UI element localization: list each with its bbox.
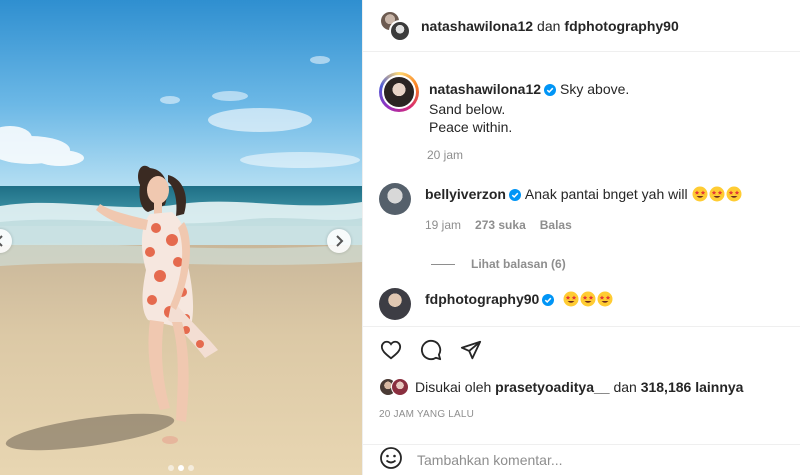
- avatar: [389, 19, 411, 42]
- post-media[interactable]: [0, 0, 362, 475]
- star-struck-emoji-icon: [692, 186, 708, 206]
- comment-button[interactable]: [419, 338, 443, 362]
- smiley-face-icon: [380, 446, 402, 469]
- collab-avatars[interactable]: [379, 9, 411, 42]
- comment-time[interactable]: 19 jam: [425, 218, 461, 232]
- beach-photo: [0, 0, 362, 475]
- post-timestamp[interactable]: 20 JAM YANG LALU: [379, 409, 474, 420]
- emoji-picker-button[interactable]: [379, 446, 403, 475]
- caption-time[interactable]: 20 jam: [427, 148, 463, 162]
- comment-input[interactable]: [417, 452, 717, 468]
- like-button[interactable]: [379, 338, 403, 362]
- carousel-indicator: [0, 465, 362, 471]
- instagram-post-modal: natashawilona12 dan fdphotography90 natash…: [0, 0, 800, 475]
- star-struck-emoji-icon: [709, 186, 725, 206]
- chevron-right-icon: [336, 235, 344, 247]
- likes-connector: dan: [613, 379, 637, 395]
- carousel-dot: [178, 465, 184, 471]
- likes-summary[interactable]: Disukai oleh prasetyoaditya__ dan 318,18…: [379, 378, 743, 396]
- comment: bellyiverzon Anak pantai bnget yah will: [379, 183, 742, 215]
- verified-badge-icon: [544, 82, 557, 100]
- comment-username[interactable]: fdphotography90: [425, 291, 539, 307]
- verified-badge-icon: [542, 292, 555, 310]
- view-replies-button[interactable]: Lihat balasan (6): [431, 257, 566, 271]
- comment-meta: 19 jam 273 suka Balas: [425, 218, 572, 232]
- post-actions: [363, 326, 800, 372]
- post-details-panel: natashawilona12 dan fdphotography90 natash…: [362, 0, 800, 475]
- caption-username[interactable]: natashawilona12: [429, 81, 541, 97]
- comment-like-count[interactable]: 273 suka: [475, 218, 526, 232]
- caption-time-row: 20 jam: [427, 148, 463, 162]
- likes-prefix: Disukai oleh: [415, 379, 492, 395]
- author-connector: dan: [537, 17, 561, 34]
- avatar[interactable]: [379, 183, 411, 215]
- comment-text: Anak pantai bnget yah will: [524, 186, 688, 202]
- collaborator-username[interactable]: fdphotography90: [564, 18, 678, 34]
- carousel-dot: [168, 465, 174, 471]
- star-struck-emoji-icon: [726, 186, 742, 206]
- carousel-dot: [188, 465, 194, 471]
- star-struck-emoji-icon: [563, 291, 579, 311]
- caption: natashawilona12 Sky above. Sand below. Pe…: [379, 72, 629, 136]
- caption-line: Sand below.: [429, 101, 506, 117]
- caption-line: Sky above.: [560, 81, 630, 97]
- comment-username[interactable]: bellyiverzon: [425, 186, 506, 202]
- likes-count[interactable]: 318,186 lainnya: [641, 379, 744, 395]
- speech-bubble-icon: [420, 339, 442, 360]
- author-username[interactable]: natashawilona12: [421, 18, 533, 34]
- caption-line: Peace within.: [429, 119, 513, 135]
- comment: fdphotography90: [379, 288, 613, 320]
- post-authors: natashawilona12 dan fdphotography90: [421, 18, 679, 34]
- next-slide-button[interactable]: [327, 229, 351, 253]
- replies-divider: [431, 263, 455, 265]
- view-replies-label: Lihat balasan (6): [471, 257, 566, 271]
- star-struck-emoji-icon: [597, 291, 613, 311]
- comments-section[interactable]: natashawilona12 Sky above. Sand below. Pe…: [363, 53, 800, 326]
- story-avatar[interactable]: [379, 72, 419, 112]
- avatar: [391, 378, 409, 396]
- post-header: natashawilona12 dan fdphotography90: [363, 0, 800, 52]
- add-comment-bar: [363, 444, 800, 475]
- paper-plane-icon: [460, 340, 482, 359]
- verified-badge-icon: [508, 187, 521, 205]
- reply-button[interactable]: Balas: [540, 218, 572, 232]
- star-struck-emoji-icon: [580, 291, 596, 311]
- share-button[interactable]: [459, 338, 483, 362]
- liker-username[interactable]: prasetyoaditya__: [495, 379, 609, 395]
- avatar[interactable]: [379, 288, 411, 320]
- chevron-left-icon: [0, 235, 3, 247]
- heart-icon: [380, 340, 402, 359]
